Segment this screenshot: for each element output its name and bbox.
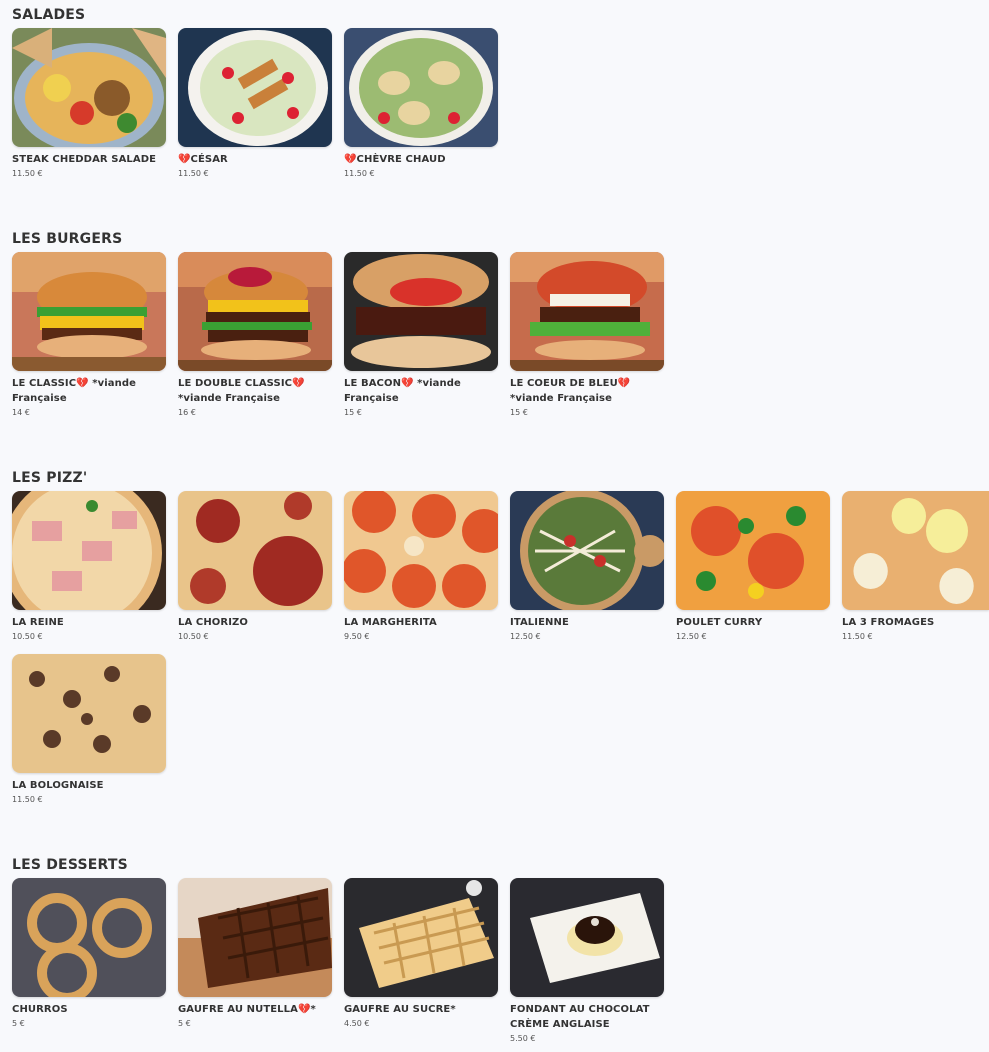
item-price: 16 € (178, 408, 196, 417)
menu-item-card[interactable]: 💔CÉSAR 11.50 € (178, 28, 333, 181)
burger-photo (178, 252, 332, 371)
section-title: SALADES (12, 7, 86, 23)
item-price: 15 € (510, 408, 528, 417)
pizza-photo (676, 491, 830, 610)
burger-photo (344, 252, 498, 371)
section-salades: SALADES STEAK CHEDDAR SALADE 11.50 € 💔CÉ… (12, 6, 989, 178)
item-name: LA CHORIZO (178, 617, 248, 628)
menu-item-card[interactable]: STEAK CHEDDAR SALADE 11.50 € (12, 28, 167, 181)
item-name: POULET CURRY (676, 617, 763, 628)
menu-item-card[interactable]: LA REINE 10.50 € (12, 491, 167, 644)
item-name: GAUFRE AU NUTELLA💔* (178, 1004, 316, 1015)
menu-item-card[interactable]: LA MARGHERITA 9.50 € (344, 491, 499, 644)
item-price: 12.50 € (510, 632, 541, 641)
item-price: 11.50 € (12, 795, 43, 804)
item-price: 5 € (178, 1019, 191, 1028)
item-name: LA 3 FROMAGES (842, 617, 935, 628)
pizza-photo (178, 491, 332, 610)
section-desserts: LES DESSERTS CHURROS 5 € GAUFRE AU NUTEL… (12, 856, 989, 1043)
pizza-photo (12, 654, 166, 773)
section-title: LES DESSERTS (12, 857, 128, 873)
dessert-photo (178, 878, 332, 997)
section-pizzas: LES PIZZ' LA REINE 10.50 € LA CHORIZO 10… (12, 469, 989, 804)
pizza-photo (842, 491, 989, 610)
menu-item-card[interactable]: GAUFRE AU NUTELLA💔* 5 € (178, 878, 333, 1031)
item-name: FONDANT AU CHOCOLAT CRÈME ANGLAISE (510, 1004, 650, 1030)
burger-photo (12, 252, 166, 371)
item-price: 11.50 € (178, 169, 209, 178)
section-title: LES PIZZ' (12, 470, 88, 486)
item-price: 11.50 € (344, 169, 375, 178)
menu-item-card[interactable]: LA 3 FROMAGES 11.50 € (842, 491, 989, 644)
menu-item-card[interactable]: LE CLASSIC💔 *viande Française 14 € (12, 252, 167, 420)
menu-item-card[interactable]: ITALIENNE 12.50 € (510, 491, 665, 644)
menu-item-card[interactable]: LA CHORIZO 10.50 € (178, 491, 333, 644)
item-price: 9.50 € (344, 632, 370, 641)
menu-item-card[interactable]: 💔CHÈVRE CHAUD 11.50 € (344, 28, 499, 181)
item-price: 10.50 € (12, 632, 43, 641)
salad-photo (12, 28, 166, 147)
item-price: 12.50 € (676, 632, 707, 641)
item-name: 💔CHÈVRE CHAUD (344, 154, 446, 165)
item-price: 4.50 € (344, 1019, 370, 1028)
menu-item-card[interactable]: LE BACON💔 *viande Française 15 € (344, 252, 499, 420)
item-name: LE COEUR DE BLEU💔 *viande Française (510, 378, 631, 404)
item-price: 14 € (12, 408, 30, 417)
section-burgers: LES BURGERS LE CLASSIC💔 *viande Français… (12, 230, 989, 417)
dessert-photo (510, 878, 664, 997)
item-price: 11.50 € (842, 632, 873, 641)
menu-item-card[interactable]: FONDANT AU CHOCOLAT CRÈME ANGLAISE 5.50 … (510, 878, 665, 1046)
pizza-photo (510, 491, 664, 610)
item-name: CHURROS (12, 1004, 68, 1015)
menu-item-card[interactable]: LA BOLOGNAISE 11.50 € (12, 654, 167, 807)
item-name: GAUFRE AU SUCRE* (344, 1004, 456, 1015)
menu-item-card[interactable]: GAUFRE AU SUCRE* 4.50 € (344, 878, 499, 1031)
item-price: 5 € (12, 1019, 25, 1028)
item-name: LA BOLOGNAISE (12, 780, 104, 791)
menu-item-card[interactable]: POULET CURRY 12.50 € (676, 491, 831, 644)
pizza-photo (12, 491, 166, 610)
menu-item-card[interactable]: LE COEUR DE BLEU💔 *viande Française 15 € (510, 252, 665, 420)
item-name: LE DOUBLE CLASSIC💔 *viande Française (178, 378, 305, 404)
item-price: 11.50 € (12, 169, 43, 178)
item-name: LA MARGHERITA (344, 617, 437, 628)
item-name: ITALIENNE (510, 617, 569, 628)
item-price: 15 € (344, 408, 362, 417)
item-name: 💔CÉSAR (178, 154, 228, 165)
item-name: LE CLASSIC💔 *viande Française (12, 378, 136, 404)
menu-item-card[interactable]: CHURROS 5 € (12, 878, 167, 1031)
salad-photo (178, 28, 332, 147)
item-price: 10.50 € (178, 632, 209, 641)
dessert-photo (344, 878, 498, 997)
salad-photo (344, 28, 498, 147)
pizza-photo (344, 491, 498, 610)
dessert-photo (12, 878, 166, 997)
item-price: 5.50 € (510, 1034, 536, 1043)
item-name: LA REINE (12, 617, 64, 628)
section-title: LES BURGERS (12, 231, 123, 247)
item-name: LE BACON💔 *viande Française (344, 378, 461, 404)
item-name: STEAK CHEDDAR SALADE (12, 154, 157, 165)
burger-photo (510, 252, 664, 371)
menu-item-card[interactable]: LE DOUBLE CLASSIC💔 *viande Française 16 … (178, 252, 333, 420)
